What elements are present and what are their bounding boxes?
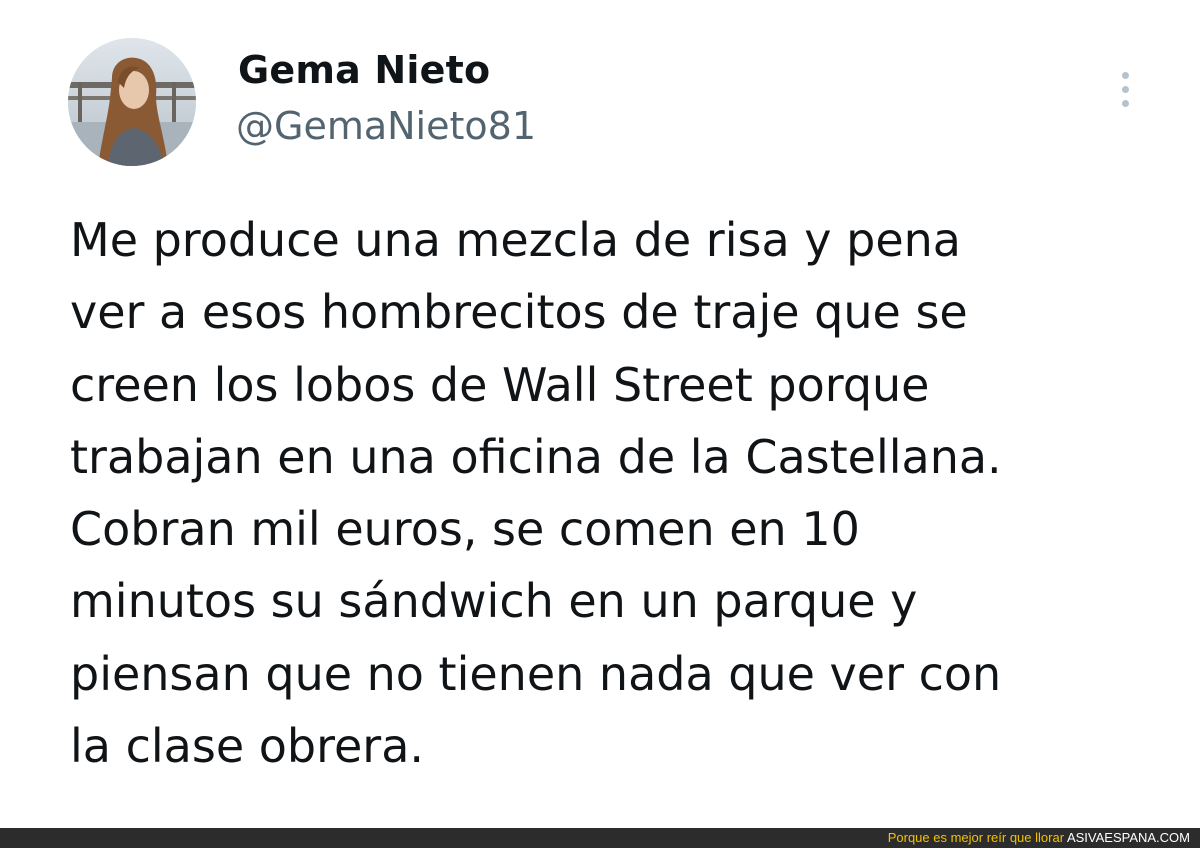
tweet-text-line: ver a esos hombrecitos de traje que se xyxy=(70,285,968,340)
avatar-photo-icon xyxy=(68,38,196,166)
tweet-text-line: Me produce una mezcla de risa y pena xyxy=(70,213,961,267)
footer-site-link[interactable]: ASIVAESPANA.COM xyxy=(1067,830,1190,845)
user-avatar[interactable] xyxy=(68,38,196,166)
watermark-footer: Porque es mejor reír que llorar ASIVAESP… xyxy=(0,828,1200,848)
user-handle[interactable]: @GemaNieto81 xyxy=(236,104,536,148)
tweet-text-line: creen los lobos de Wall Street porque xyxy=(70,357,930,412)
footer-slogan: Porque es mejor reír que llorar xyxy=(887,830,1065,845)
tweet-text-line: la clase obrera. xyxy=(70,719,425,774)
more-options-button[interactable] xyxy=(1110,66,1142,114)
tweet-text-line: piensan que no tienen nada que ver con xyxy=(70,646,1002,701)
display-name[interactable]: Gema Nieto xyxy=(238,48,490,92)
tweet-text: Me produce una mezcla de risa y pena ver… xyxy=(70,204,1170,782)
tweet-text-line: Cobran mil euros, se comen en 10 xyxy=(70,502,860,557)
tweet-text-line: trabajan en una oficina de la Castellana… xyxy=(70,429,1002,484)
footer-text: Porque es mejor reír que llorar ASIVAESP… xyxy=(888,830,1190,846)
tweet-text-line: minutos su sándwich en un parque y xyxy=(70,574,918,629)
tweet-card: Gema Nieto @GemaNieto81 Me produce una m… xyxy=(0,0,1200,828)
